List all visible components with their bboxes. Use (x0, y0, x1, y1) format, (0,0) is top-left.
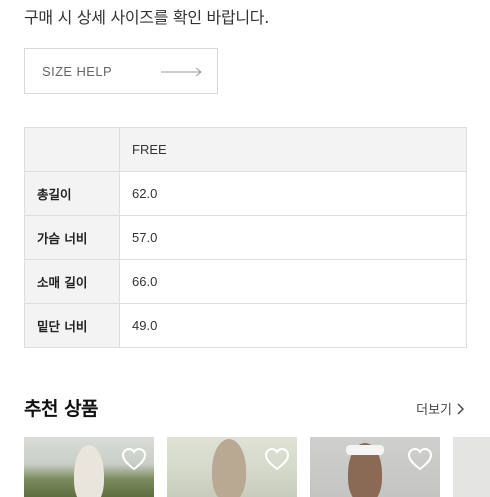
value-total-length: 62.0 (119, 171, 467, 216)
value-chest-width: 57.0 (119, 215, 467, 260)
chevron-right-icon (457, 403, 464, 414)
size-row-sleeve-length: 소매 길이 66.0 (24, 259, 467, 304)
value-sleeve-length: 66.0 (119, 259, 467, 304)
product-card[interactable] (310, 437, 440, 497)
long-arrow-right-icon (161, 67, 202, 77)
product-image (212, 439, 246, 497)
size-notice: 구매 시 상세 사이즈를 확인 바랍니다. (24, 8, 270, 27)
row-label-hem-width: 밑단 너비 (24, 303, 120, 348)
product-card[interactable] (453, 437, 490, 497)
row-label-total-length: 총길이 (24, 171, 120, 216)
more-label: 더보기 (416, 403, 452, 418)
size-column-free: FREE (119, 127, 467, 172)
row-label-chest-width: 가슴 너비 (24, 215, 120, 260)
heart-outline-icon[interactable] (263, 445, 291, 473)
size-table-corner (24, 127, 120, 172)
heart-outline-icon[interactable] (406, 445, 434, 473)
size-row-hem-width: 밑단 너비 49.0 (24, 303, 467, 348)
size-row-chest-width: 가슴 너비 57.0 (24, 215, 467, 260)
size-help-label: SIZE HELP (42, 64, 113, 79)
size-table: FREE 총길이 62.0 가슴 너비 57.0 소매 길이 66.0 밑단 너… (24, 127, 467, 348)
headband (346, 445, 384, 455)
more-link[interactable]: 더보기 (416, 399, 464, 418)
size-help-button[interactable]: SIZE HELP (24, 48, 218, 94)
product-card[interactable] (24, 437, 154, 497)
product-card[interactable] (167, 437, 297, 497)
recommended-title: 추천 상품 (24, 398, 99, 420)
size-table-header-row: FREE (24, 127, 467, 172)
size-row-total-length: 총길이 62.0 (24, 171, 467, 216)
row-label-sleeve-length: 소매 길이 (24, 259, 120, 304)
product-image (74, 445, 104, 497)
value-hem-width: 49.0 (119, 303, 467, 348)
heart-outline-icon[interactable] (120, 445, 148, 473)
